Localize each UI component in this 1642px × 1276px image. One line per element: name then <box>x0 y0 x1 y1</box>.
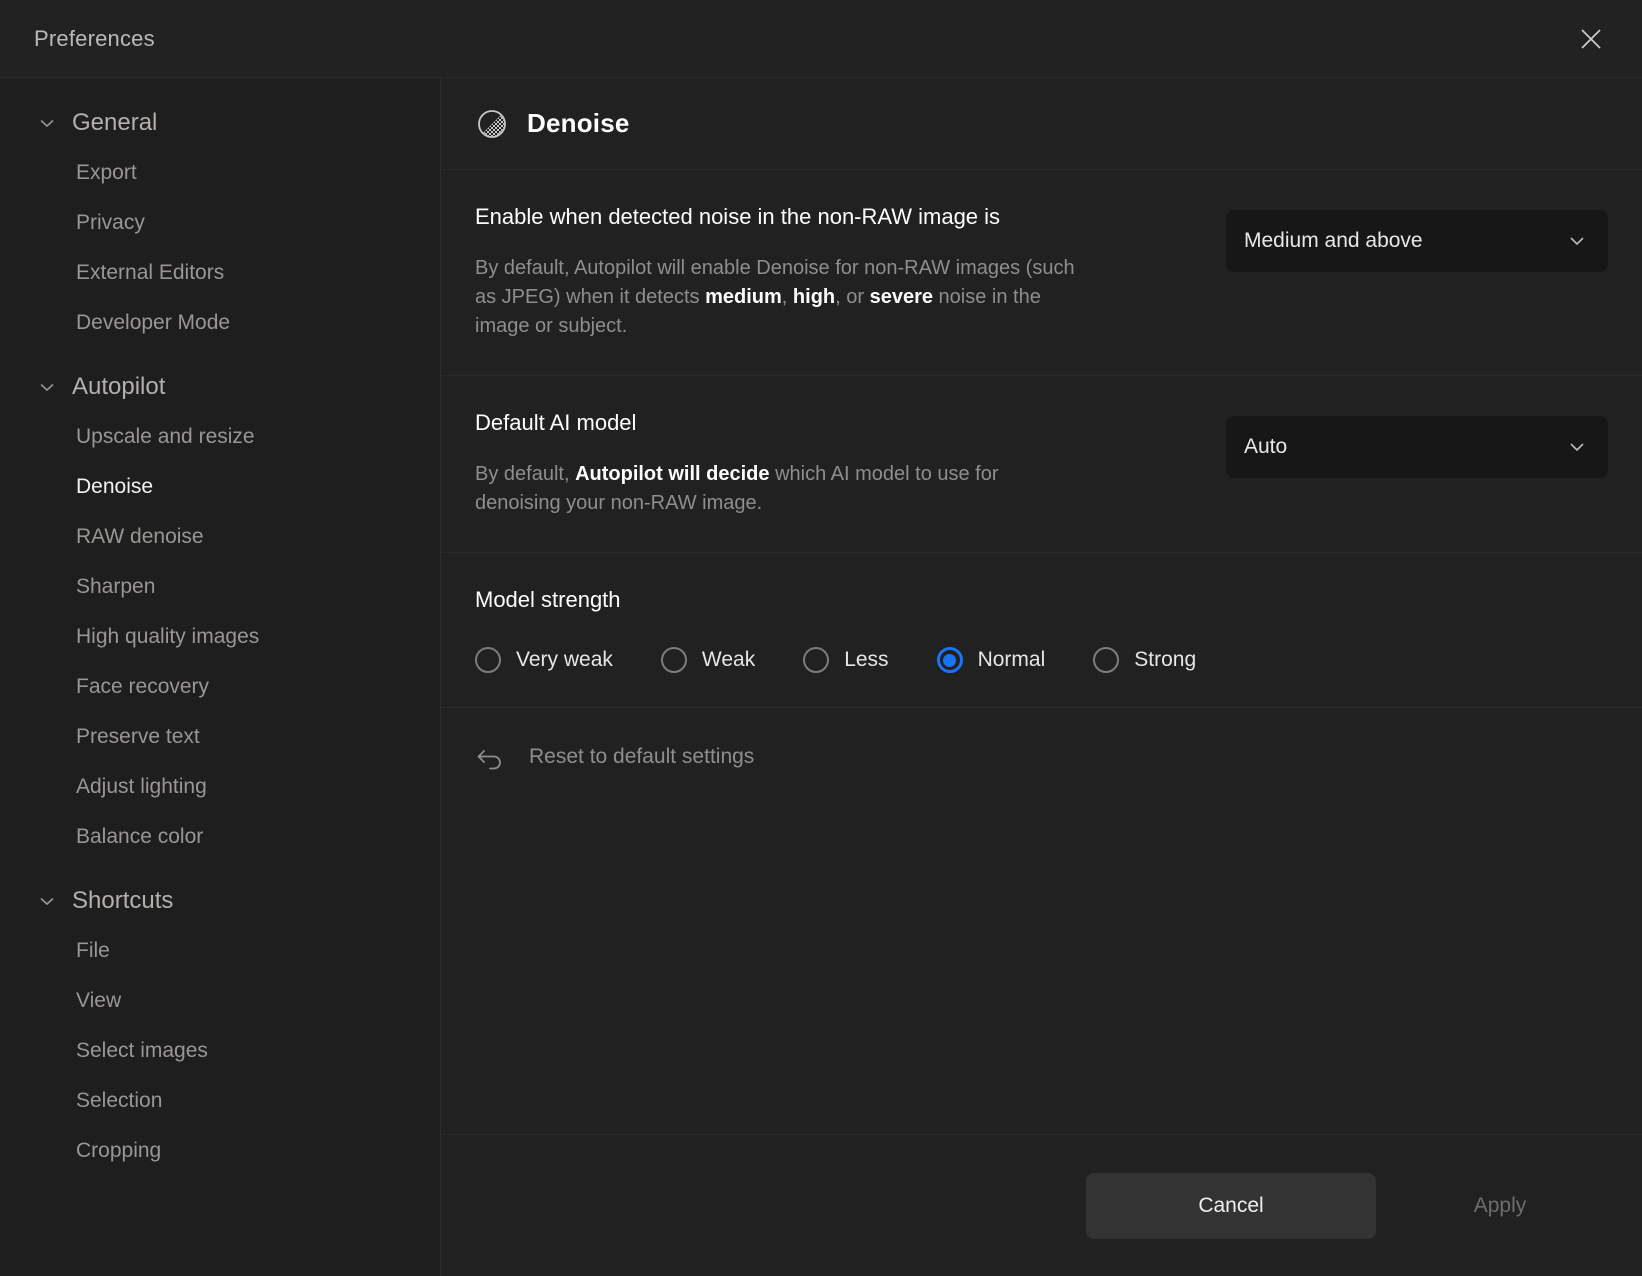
radio-mark <box>803 647 829 673</box>
close-button[interactable] <box>1570 18 1612 60</box>
sidebar-item-view[interactable]: View <box>0 976 440 1026</box>
radio-mark <box>1093 647 1119 673</box>
section-default-ai-model: Default AI model By default, Autopilot w… <box>441 376 1642 553</box>
noise-threshold-select-value: Medium and above <box>1244 229 1423 253</box>
sidebar-item-upscale-and-resize[interactable]: Upscale and resize <box>0 412 440 462</box>
window-body: General ExportPrivacyExternal EditorsDeve… <box>0 78 1642 1276</box>
section-title: Default AI model <box>475 410 1186 436</box>
cancel-button[interactable]: Cancel <box>1086 1173 1376 1239</box>
default-ai-model-select-value: Auto <box>1244 435 1287 459</box>
radio-mark <box>661 647 687 673</box>
sidebar-item-face-recovery[interactable]: Face recovery <box>0 662 440 712</box>
default-ai-model-select[interactable]: Auto <box>1226 416 1608 478</box>
undo-arrow-icon <box>475 742 505 772</box>
section-noise-threshold-control: Medium and above <box>1226 204 1608 272</box>
sidebar-item-selection[interactable]: Selection <box>0 1076 440 1126</box>
section-description: By default, Autopilot will decide which … <box>475 460 1075 518</box>
sidebar-item-adjust-lighting[interactable]: Adjust lighting <box>0 762 440 812</box>
sidebar-group-label: Autopilot <box>72 373 165 401</box>
radio-option-normal[interactable]: Normal <box>937 647 1046 673</box>
sidebar-item-privacy[interactable]: Privacy <box>0 198 440 248</box>
section-noise-threshold-text: Enable when detected noise in the non-RA… <box>475 204 1226 341</box>
sidebar-item-export[interactable]: Export <box>0 148 440 198</box>
apply-button[interactable]: Apply <box>1410 1173 1590 1239</box>
section-description: By default, Autopilot will enable Denois… <box>475 254 1075 341</box>
sidebar-item-cropping[interactable]: Cropping <box>0 1126 440 1176</box>
section-noise-threshold: Enable when detected noise in the non-RA… <box>441 170 1642 376</box>
radio-mark <box>937 647 963 673</box>
panel-header: Denoise <box>441 78 1642 170</box>
model-strength-radio-group: Very weak Weak Less Normal Strong <box>475 647 1608 673</box>
section-title: Enable when detected noise in the non-RA… <box>475 204 1186 230</box>
radio-option-weak[interactable]: Weak <box>661 647 755 673</box>
section-default-ai-model-text: Default AI model By default, Autopilot w… <box>475 410 1226 518</box>
sidebar-group-label: Shortcuts <box>72 887 173 915</box>
denoise-icon <box>475 107 509 141</box>
radio-option-very-weak[interactable]: Very weak <box>475 647 613 673</box>
radio-label: Less <box>844 648 888 672</box>
titlebar: Preferences <box>0 0 1642 78</box>
sidebar-item-developer-mode[interactable]: Developer Mode <box>0 298 440 348</box>
sidebar-item-raw-denoise[interactable]: RAW denoise <box>0 512 440 562</box>
section-title: Model strength <box>475 587 1608 613</box>
sidebar-item-high-quality-images[interactable]: High quality images <box>0 612 440 662</box>
reset-to-default-label: Reset to default settings <box>529 745 754 769</box>
sidebar-navigation: General ExportPrivacyExternal EditorsDeve… <box>0 78 441 1276</box>
main-panel: Denoise Enable when detected noise in th… <box>441 78 1642 1276</box>
radio-label: Very weak <box>516 648 613 672</box>
sidebar-group-general[interactable]: General <box>0 98 440 148</box>
radio-option-strong[interactable]: Strong <box>1093 647 1196 673</box>
chevron-down-icon <box>36 376 58 398</box>
sidebar-group-autopilot[interactable]: Autopilot <box>0 362 440 412</box>
chevron-down-icon <box>1566 436 1588 458</box>
sidebar-item-select-images[interactable]: Select images <box>0 1026 440 1076</box>
sidebar-item-file[interactable]: File <box>0 926 440 976</box>
close-icon <box>1578 26 1604 52</box>
panel-content: Enable when detected noise in the non-RA… <box>441 170 1642 1134</box>
sidebar-item-preserve-text[interactable]: Preserve text <box>0 712 440 762</box>
chevron-down-icon <box>36 890 58 912</box>
radio-label: Weak <box>702 648 755 672</box>
window-title: Preferences <box>34 26 155 52</box>
radio-label: Normal <box>978 648 1046 672</box>
sidebar-group-shortcuts[interactable]: Shortcuts <box>0 876 440 926</box>
sidebar-item-denoise[interactable]: Denoise <box>0 462 440 512</box>
noise-threshold-select[interactable]: Medium and above <box>1226 210 1608 272</box>
chevron-down-icon <box>1566 230 1588 252</box>
reset-to-default-button[interactable]: Reset to default settings <box>441 708 1642 806</box>
radio-label: Strong <box>1134 648 1196 672</box>
radio-mark <box>475 647 501 673</box>
section-model-strength: Model strength Very weak Weak Less Normal St… <box>441 553 1642 708</box>
chevron-down-icon <box>36 112 58 134</box>
panel-title: Denoise <box>527 108 630 139</box>
section-default-ai-model-control: Auto <box>1226 410 1608 478</box>
sidebar-item-external-editors[interactable]: External Editors <box>0 248 440 298</box>
sidebar-item-balance-color[interactable]: Balance color <box>0 812 440 862</box>
sidebar-group-label: General <box>72 109 157 137</box>
preferences-window: Preferences General ExportPrivacyExternal… <box>0 0 1642 1276</box>
radio-option-less[interactable]: Less <box>803 647 888 673</box>
dialog-footer: Cancel Apply <box>441 1134 1642 1276</box>
sidebar-item-sharpen[interactable]: Sharpen <box>0 562 440 612</box>
